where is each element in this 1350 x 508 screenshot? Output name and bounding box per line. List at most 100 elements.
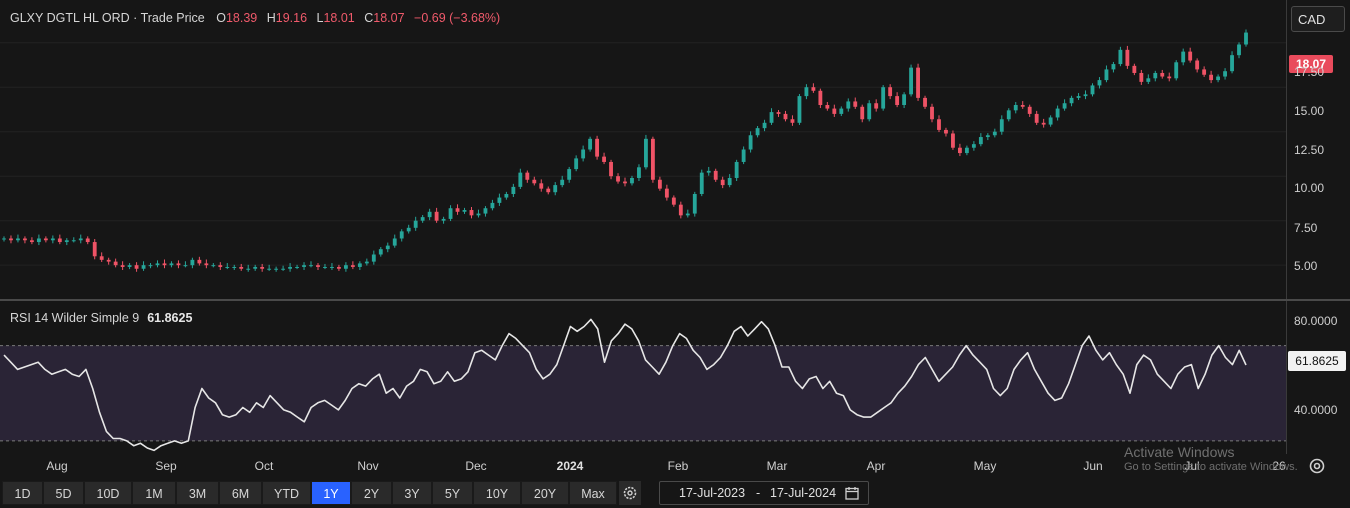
candle-body — [267, 268, 272, 270]
range-button[interactable]: YTD — [262, 481, 311, 505]
candle-body — [274, 268, 279, 270]
candle-body — [574, 158, 579, 170]
candle-body — [176, 263, 181, 266]
chart-legend: GLXY DGTL HL ORD · Trade Price O18.39 H1… — [10, 11, 501, 25]
candle-body — [518, 172, 523, 187]
x-tick: Feb — [667, 459, 689, 473]
candle-body — [1188, 51, 1193, 61]
candle-body — [971, 144, 976, 148]
range-button[interactable]: 10Y — [473, 481, 521, 505]
candle-body — [699, 172, 704, 194]
candle-body — [930, 106, 934, 120]
calendar-icon[interactable] — [845, 486, 859, 500]
candle-body — [106, 259, 111, 262]
candle-body — [1111, 64, 1116, 70]
candle-body — [50, 238, 55, 241]
candle-body — [29, 240, 34, 243]
candle-body — [713, 170, 718, 180]
price-tick: 12.50 — [1294, 143, 1325, 157]
candle-body — [881, 87, 886, 109]
candle-body — [476, 213, 481, 216]
candle-body — [469, 210, 474, 216]
range-button[interactable]: 10D — [84, 481, 132, 505]
candle-body — [1223, 71, 1227, 77]
range-settings-icon[interactable] — [619, 481, 641, 505]
chart-settings-icon[interactable] — [1306, 455, 1328, 477]
candle-body — [239, 266, 244, 269]
price-chart[interactable] — [0, 0, 1286, 299]
rsi-tick: 80.0000 — [1294, 314, 1338, 328]
x-tick: Oct — [254, 459, 274, 473]
candle-body — [825, 105, 830, 109]
candle-body — [623, 181, 627, 184]
candle-body — [1230, 55, 1234, 72]
range-button[interactable]: 3Y — [392, 481, 432, 505]
candle-body — [197, 259, 202, 264]
range-button[interactable]: 1D — [2, 481, 43, 505]
candle-body — [1090, 85, 1095, 95]
candle-body — [888, 87, 893, 97]
close-value: 18.07 — [373, 11, 405, 25]
range-button[interactable]: 5D — [43, 481, 84, 505]
candle-body — [218, 265, 223, 267]
range-button[interactable]: 20Y — [521, 481, 569, 505]
candle-body — [637, 167, 641, 178]
candle-body — [288, 266, 292, 269]
candle-body — [539, 183, 544, 189]
price-tick: 15.00 — [1294, 104, 1325, 118]
candle-body — [16, 238, 20, 241]
candle-body — [1125, 49, 1130, 66]
candle-body — [1076, 96, 1081, 98]
candle-body — [685, 213, 690, 216]
candle-body — [1055, 108, 1060, 118]
candle-body — [1202, 69, 1207, 75]
candle-body — [532, 179, 537, 184]
candle-body — [811, 87, 816, 91]
candle-body — [99, 256, 104, 260]
candle-body — [427, 211, 432, 218]
candle-body — [281, 268, 286, 270]
candle-body — [36, 238, 41, 243]
rsi-chart[interactable] — [0, 301, 1286, 454]
candle-body — [1006, 110, 1011, 120]
candle-body — [797, 96, 802, 123]
x-tick: 2024 — [556, 459, 584, 473]
pane-divider[interactable] — [0, 299, 1350, 301]
range-button[interactable]: 1M — [132, 481, 176, 505]
candle-body — [951, 133, 955, 148]
candle-body — [644, 138, 648, 168]
date-to[interactable]: 17-Jul-2024 — [770, 482, 836, 504]
chart-area[interactable] — [0, 0, 1286, 454]
candle-body — [204, 263, 209, 266]
candle-body — [1174, 62, 1179, 79]
range-button[interactable]: Max — [569, 481, 617, 505]
range-button[interactable]: 2Y — [351, 481, 392, 505]
range-button[interactable]: 5Y — [432, 481, 473, 505]
candle-body — [225, 266, 230, 268]
candle-body — [399, 231, 404, 239]
candle-body — [790, 119, 795, 123]
candle-body — [169, 263, 174, 266]
candle-body — [1097, 80, 1102, 86]
candle-body — [211, 265, 216, 267]
range-button-active[interactable]: 1Y — [311, 481, 351, 505]
candle-body — [846, 101, 851, 109]
candle-body — [490, 202, 495, 209]
price-tick: 10.00 — [1294, 181, 1325, 195]
candle-body — [964, 147, 969, 154]
date-from[interactable]: 17-Jul-2023 — [679, 482, 745, 504]
date-range-picker[interactable]: 17-Jul-2023 - 17-Jul-2024 — [659, 481, 869, 505]
candle-body — [916, 67, 920, 98]
candle-body — [462, 210, 467, 212]
candle-body — [853, 101, 858, 107]
candle-body — [441, 218, 446, 221]
x-tick: Dec — [465, 459, 487, 473]
candle-body — [1160, 72, 1165, 77]
currency-select[interactable]: CAD — [1291, 6, 1345, 32]
range-button[interactable]: 6M — [219, 481, 262, 505]
candle-body — [567, 169, 572, 180]
candle-body — [783, 113, 788, 120]
x-tick: Apr — [866, 459, 886, 473]
candle-body — [483, 208, 488, 214]
range-button[interactable]: 3M — [176, 481, 219, 505]
